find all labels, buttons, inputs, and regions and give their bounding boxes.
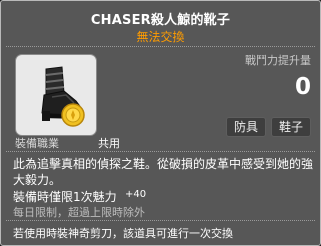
black-boot-with-gold-coin-icon bbox=[41, 66, 85, 127]
divider-top bbox=[6, 46, 315, 47]
daily-limit-text: 每日限制，超過上限時除外 bbox=[13, 206, 145, 219]
job-value: 共用 bbox=[98, 137, 120, 150]
combat-power-label: 戰鬥力提升量 bbox=[245, 54, 311, 67]
trade-status: 無法交換 bbox=[136, 30, 185, 44]
divider-middle bbox=[6, 151, 315, 152]
divider-bottom bbox=[6, 220, 315, 221]
category-tag-armor: 防具 bbox=[225, 117, 266, 137]
charm-text: 裝備時僅限1次魅力 bbox=[13, 190, 117, 204]
item-tooltip: CHASER殺人鯨的靴子 無法交換 戰鬥力提升量 0 防具 鞋子 裝備職業 共用… bbox=[0, 0, 321, 246]
item-icon-frame bbox=[15, 54, 97, 136]
charm-value: +40 bbox=[125, 189, 147, 200]
item-description: 此為追擊真相的偵探之鞋。從破損的皮革中感受到她的強大毅力。 bbox=[13, 157, 314, 187]
job-label: 裝備職業 bbox=[15, 137, 59, 150]
item-name: CHASER殺人鯨的靴子 bbox=[90, 13, 231, 28]
combat-power-value: 0 bbox=[294, 74, 311, 100]
scissors-note: 若使用時裝神奇剪刀，該道具可進行一次交換 bbox=[13, 227, 233, 240]
category-tag-shoes: 鞋子 bbox=[270, 117, 311, 137]
